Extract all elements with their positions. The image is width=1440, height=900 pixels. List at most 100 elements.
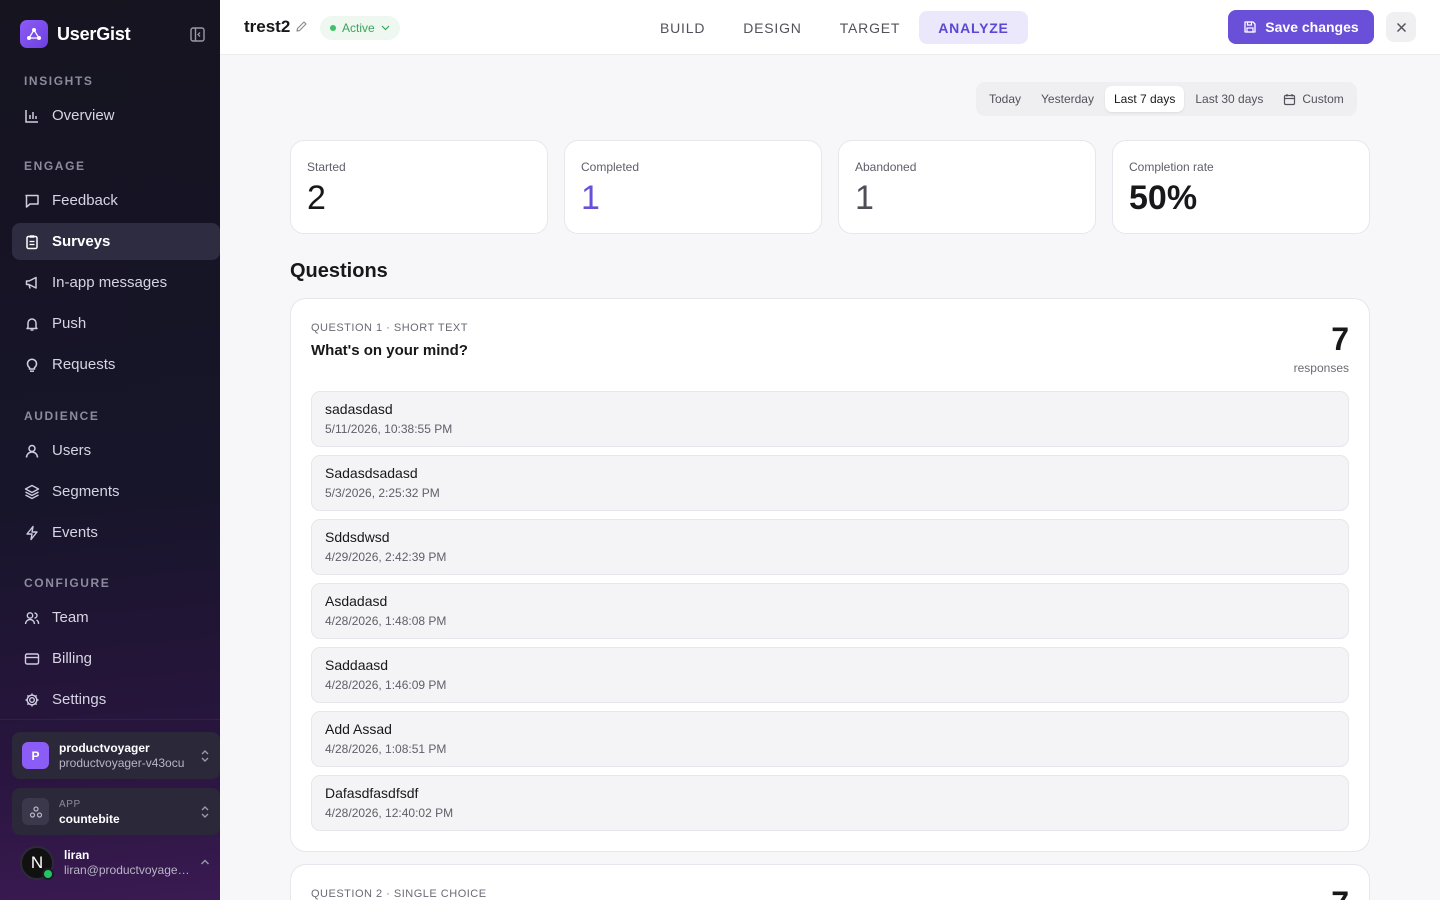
stat-card-abandoned: Abandoned 1: [838, 140, 1096, 234]
sidebar-item-label: Team: [52, 609, 89, 626]
sidebar-item-surveys[interactable]: Surveys: [12, 223, 220, 260]
panel-left-icon: [189, 26, 205, 42]
section-label-configure: CONFIGURE: [24, 576, 111, 590]
collapse-sidebar-button[interactable]: [188, 25, 206, 43]
sidebar-item-push[interactable]: Push: [12, 305, 220, 342]
response-text: Asdadasd: [325, 593, 388, 609]
response-text: Add Assad: [325, 721, 392, 737]
response-text: Sadasdsadasd: [325, 465, 418, 481]
stat-label: Completion rate: [1129, 160, 1214, 174]
workspace-slug: productvoyager-v43ocu: [59, 755, 185, 770]
tab-target[interactable]: TARGET: [821, 11, 920, 44]
app-name: countebite: [59, 811, 120, 826]
sidebar-item-feedback[interactable]: Feedback: [12, 182, 220, 219]
status-dot: [330, 25, 336, 31]
chevrons-up-down-icon: [201, 805, 209, 818]
question-card: QUESTION 1 · SHORT TEXT What's on your m…: [290, 298, 1370, 852]
response-timestamp: 5/3/2026, 2:25:32 PM: [325, 486, 440, 500]
user-name: liran: [64, 848, 90, 862]
close-button[interactable]: [1386, 12, 1416, 42]
response-item: Dafasdfasdfsdf 4/28/2026, 12:40:02 PM: [311, 775, 1349, 831]
avatar: N: [20, 846, 54, 880]
pencil-icon[interactable]: [295, 20, 308, 38]
section-label-audience: AUDIENCE: [24, 409, 100, 423]
brand[interactable]: UserGist: [20, 20, 131, 48]
chevrons-up-down-icon: [201, 749, 209, 762]
range-last-7-days[interactable]: Last 7 days: [1104, 86, 1185, 112]
chart-bar-icon: [25, 109, 38, 123]
sidebar: UserGist INSIGHTS Overview ENGAGE Feedba…: [0, 0, 220, 900]
sidebar-item-in-app-messages[interactable]: In-app messages: [12, 264, 220, 301]
sidebar-item-requests[interactable]: Requests: [12, 346, 220, 383]
question-meta: QUESTION 2 · SINGLE CHOICE: [311, 888, 487, 900]
sidebar-item-label: Billing: [52, 650, 93, 667]
user-icon: [25, 444, 39, 458]
top-bar: trest2 Active BUILD DESIGN TARGET ANALYZ…: [220, 0, 1440, 55]
users-icon: [24, 611, 40, 624]
response-timestamp: 4/28/2026, 1:08:51 PM: [325, 742, 447, 756]
sidebar-item-billing[interactable]: Billing: [12, 640, 220, 677]
sidebar-divider: [0, 719, 220, 720]
brand-name: UserGist: [57, 23, 131, 44]
sidebar-item-label: Events: [52, 524, 98, 541]
app-caption: APP: [59, 798, 81, 810]
megaphone-icon: [25, 276, 37, 289]
response-count-label: responses: [1293, 361, 1349, 375]
response-item: Sadasdsadasd 5/3/2026, 2:25:32 PM: [311, 455, 1349, 511]
editor-tabs: BUILD DESIGN TARGET ANALYZE: [641, 11, 1028, 44]
sidebar-item-label: Settings: [52, 691, 107, 708]
stat-card-completion-rate: Completion rate 50%: [1112, 140, 1370, 234]
range-yesterday[interactable]: Yesterday: [1032, 86, 1103, 112]
workspace-avatar: P: [22, 742, 49, 769]
app-switcher[interactable]: APP countebite: [12, 788, 220, 835]
sidebar-item-overview[interactable]: Overview: [12, 97, 220, 134]
chevron-down-icon: [381, 25, 390, 31]
stat-label: Started: [307, 160, 346, 174]
status-badge[interactable]: Active: [320, 16, 400, 40]
workspace-switcher[interactable]: P productvoyager productvoyager-v43ocu: [12, 732, 220, 779]
question-card: QUESTION 2 · SINGLE CHOICE 7: [290, 864, 1370, 900]
online-status-dot: [42, 868, 54, 880]
user-email: liran@productvoyager.com: [64, 863, 192, 877]
range-custom[interactable]: Custom: [1274, 86, 1352, 112]
range-last-30-days[interactable]: Last 30 days: [1186, 86, 1272, 112]
zap-icon: [26, 525, 38, 540]
question-title: What's on your mind?: [311, 342, 468, 359]
response-item: sadasdasd 5/11/2026, 10:38:55 PM: [311, 391, 1349, 447]
section-label-engage: ENGAGE: [24, 159, 86, 173]
range-today[interactable]: Today: [980, 86, 1030, 112]
response-text: Sddsdwsd: [325, 529, 390, 545]
sidebar-item-label: Users: [52, 442, 92, 459]
sidebar-item-label: Feedback: [52, 192, 118, 209]
sidebar-item-label: In-app messages: [52, 274, 168, 291]
response-item: Sddsdwsd 4/29/2026, 2:42:39 PM: [311, 519, 1349, 575]
response-timestamp: 4/29/2026, 2:42:39 PM: [325, 550, 447, 564]
stat-value: 2: [307, 179, 326, 217]
avatar-initial: N: [30, 853, 44, 872]
layers-icon: [24, 484, 40, 499]
sidebar-item-segments[interactable]: Segments: [12, 473, 220, 510]
save-button[interactable]: Save changes: [1228, 10, 1374, 44]
response-text: Dafasdfasdfsdf: [325, 785, 419, 801]
message-square-icon: [25, 194, 39, 208]
date-range-selector: Today Yesterday Last 7 days Last 30 days…: [976, 82, 1357, 116]
save-icon: [1244, 21, 1256, 33]
sidebar-item-team[interactable]: Team: [12, 599, 220, 636]
response-count: 7: [1331, 321, 1349, 357]
tab-build[interactable]: BUILD: [641, 11, 724, 44]
sidebar-item-label: Push: [52, 315, 87, 332]
user-menu[interactable]: N liran liran@productvoyager.com: [20, 845, 220, 881]
lightbulb-icon: [26, 358, 38, 372]
response-item: Saddaasd 4/28/2026, 1:46:09 PM: [311, 647, 1349, 703]
sidebar-item-users[interactable]: Users: [12, 432, 220, 469]
sidebar-item-label: Requests: [52, 356, 116, 373]
tab-design[interactable]: DESIGN: [724, 11, 820, 44]
stat-value: 1: [581, 179, 600, 217]
sidebar-item-settings[interactable]: Settings: [12, 681, 220, 718]
sidebar-item-events[interactable]: Events: [12, 514, 220, 551]
response-timestamp: 4/28/2026, 1:46:09 PM: [325, 678, 447, 692]
tab-analyze[interactable]: ANALYZE: [919, 11, 1028, 44]
questions-heading: Questions: [290, 260, 388, 282]
stat-label: Abandoned: [855, 160, 917, 174]
bell-icon: [26, 317, 38, 331]
